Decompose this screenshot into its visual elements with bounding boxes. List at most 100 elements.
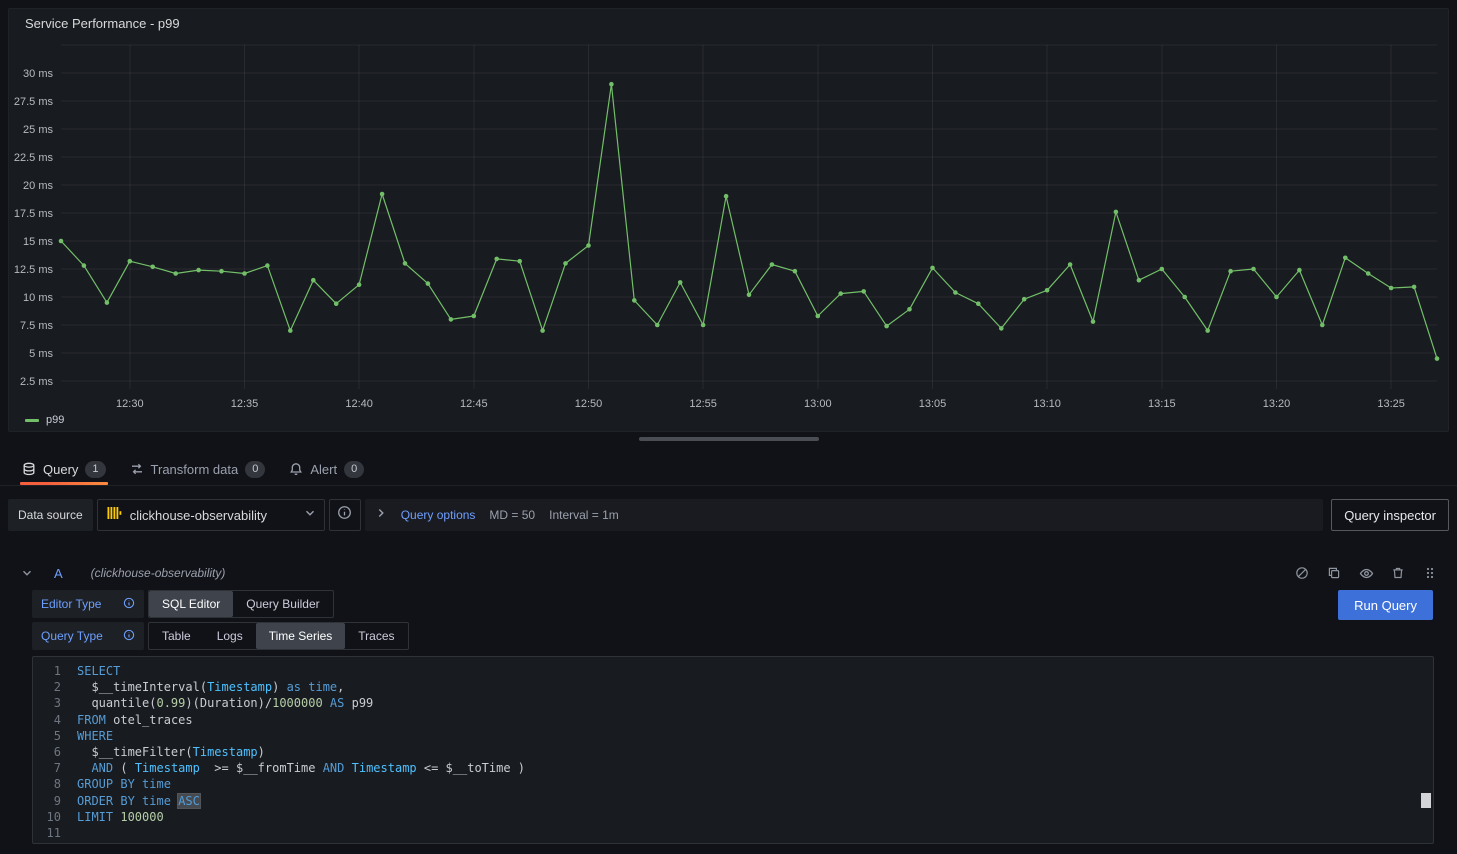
line-number: 10 xyxy=(33,809,77,825)
line-number: 1 xyxy=(33,663,77,679)
chart-legend[interactable]: p99 xyxy=(25,414,64,426)
svg-text:20 ms: 20 ms xyxy=(23,180,53,192)
code-text: $__timeFilter(Timestamp) xyxy=(77,744,265,760)
line-number: 3 xyxy=(33,695,77,711)
code-text: ORDER BY time ASC xyxy=(77,793,200,809)
line-number: 5 xyxy=(33,728,77,744)
line-number: 11 xyxy=(33,825,77,841)
tab-query[interactable]: Query 1 xyxy=(10,453,118,485)
code-text: GROUP BY time xyxy=(77,776,171,792)
chevron-right-icon xyxy=(375,506,387,524)
query-type-label: Query Type xyxy=(32,622,144,650)
tab-alert[interactable]: Alert 0 xyxy=(277,453,376,485)
interval-value: Interval = 1m xyxy=(549,508,619,522)
collapse-chevron-icon[interactable] xyxy=(16,562,38,584)
transform-icon xyxy=(130,462,144,476)
editor-type-row: Editor Type SQL Editor Query Builder xyxy=(32,590,334,618)
datasource-picker[interactable]: clickhouse-observability xyxy=(97,499,325,531)
timeseries-panel: Service Performance - p99 2.5 ms5 ms7.5 … xyxy=(8,8,1449,432)
code-lines-container: 1SELECT2 $__timeInterval(Timestamp) as t… xyxy=(33,657,1433,841)
svg-text:7.5 ms: 7.5 ms xyxy=(20,320,54,332)
tab-count-badge: 1 xyxy=(85,461,105,478)
svg-text:13:00: 13:00 xyxy=(804,398,832,410)
code-text: $__timeInterval(Timestamp) as time, xyxy=(77,679,344,695)
code-line[interactable]: 1SELECT xyxy=(33,663,1433,679)
editor-type-group: SQL Editor Query Builder xyxy=(148,590,334,618)
svg-text:30 ms: 30 ms xyxy=(23,68,53,80)
drag-handle-icon[interactable] xyxy=(1419,562,1441,584)
panel-title: Service Performance - p99 xyxy=(25,16,180,31)
svg-text:12:55: 12:55 xyxy=(689,398,717,410)
code-text: AND ( Timestamp >= $__fromTime AND Times… xyxy=(77,760,525,776)
svg-text:22.5 ms: 22.5 ms xyxy=(14,152,54,164)
legend-series-label: p99 xyxy=(46,414,64,426)
code-text: SELECT xyxy=(77,663,120,679)
code-line[interactable]: 10LIMIT 100000 xyxy=(33,809,1433,825)
svg-text:12:50: 12:50 xyxy=(575,398,603,410)
preview-query-icon[interactable] xyxy=(1355,562,1377,584)
tab-count-badge: 0 xyxy=(344,461,364,478)
query-row-header: A (clickhouse-observability) xyxy=(8,558,1449,588)
sql-code-editor[interactable]: 1SELECT2 $__timeInterval(Timestamp) as t… xyxy=(32,656,1434,844)
delete-query-icon[interactable] xyxy=(1387,562,1409,584)
svg-text:27.5 ms: 27.5 ms xyxy=(14,96,54,108)
code-text: quantile(0.99)(Duration)/1000000 AS p99 xyxy=(77,695,373,711)
editor-type-query-builder[interactable]: Query Builder xyxy=(233,591,332,617)
query-datasource-hint: (clickhouse-observability) xyxy=(91,566,226,580)
tab-label: Query xyxy=(43,462,78,477)
line-number: 7 xyxy=(33,760,77,776)
line-number: 8 xyxy=(33,776,77,792)
legend-series-swatch xyxy=(25,419,39,422)
svg-text:12:30: 12:30 xyxy=(116,398,144,410)
run-query-button[interactable]: Run Query xyxy=(1338,590,1433,620)
code-line[interactable]: 4FROM otel_traces xyxy=(33,712,1433,728)
svg-text:12.5 ms: 12.5 ms xyxy=(14,264,54,276)
disable-query-icon[interactable] xyxy=(1291,562,1313,584)
tab-label: Transform data xyxy=(151,462,239,477)
query-options-toggle[interactable]: Query options MD = 50 Interval = 1m xyxy=(365,499,1324,531)
tab-transform-data[interactable]: Transform data 0 xyxy=(118,453,278,485)
info-circle-icon xyxy=(337,505,352,525)
code-text: FROM otel_traces xyxy=(77,712,193,728)
datasource-label: Data source xyxy=(8,499,93,531)
code-line[interactable]: 7 AND ( Timestamp >= $__fromTime AND Tim… xyxy=(33,760,1433,776)
datasource-selected-value: clickhouse-observability xyxy=(130,508,296,523)
query-type-row: Query Type Table Logs Time Series Traces xyxy=(32,622,409,650)
query-ref-id[interactable]: A xyxy=(54,566,63,581)
code-line[interactable]: 3 quantile(0.99)(Duration)/1000000 AS p9… xyxy=(33,695,1433,711)
datasource-row: Data source clickhouse-observability xyxy=(8,499,1449,531)
code-text: LIMIT 100000 xyxy=(77,809,164,825)
bell-icon xyxy=(289,462,303,476)
query-type-group: Table Logs Time Series Traces xyxy=(148,622,409,650)
svg-text:5 ms: 5 ms xyxy=(29,348,53,360)
line-number: 6 xyxy=(33,744,77,760)
svg-text:13:20: 13:20 xyxy=(1263,398,1291,410)
code-line[interactable]: 8GROUP BY time xyxy=(33,776,1433,792)
code-text: WHERE xyxy=(77,728,113,744)
svg-text:12:35: 12:35 xyxy=(231,398,259,410)
editor-type-sql-editor[interactable]: SQL Editor xyxy=(149,591,233,617)
datasource-help-button[interactable] xyxy=(329,499,361,531)
query-type-time-series[interactable]: Time Series xyxy=(256,623,346,649)
clickhouse-logo-icon xyxy=(106,505,122,526)
svg-text:13:15: 13:15 xyxy=(1148,398,1176,410)
code-line[interactable]: 9ORDER BY time ASC xyxy=(33,793,1433,809)
svg-text:15 ms: 15 ms xyxy=(23,236,53,248)
svg-text:13:10: 13:10 xyxy=(1033,398,1061,410)
query-inspector-button[interactable]: Query inspector xyxy=(1331,499,1449,531)
panel-resize-handle[interactable] xyxy=(639,437,819,441)
duplicate-query-icon[interactable] xyxy=(1323,562,1345,584)
query-type-traces[interactable]: Traces xyxy=(345,623,407,649)
query-options-label: Query options xyxy=(401,508,476,522)
query-type-table[interactable]: Table xyxy=(149,623,204,649)
info-circle-icon[interactable] xyxy=(123,629,135,644)
code-line[interactable]: 6 $__timeFilter(Timestamp) xyxy=(33,744,1433,760)
svg-text:12:40: 12:40 xyxy=(345,398,373,410)
tab-count-badge: 0 xyxy=(245,461,265,478)
code-line[interactable]: 11 xyxy=(33,825,1433,841)
svg-text:25 ms: 25 ms xyxy=(23,124,53,136)
info-circle-icon[interactable] xyxy=(123,597,135,612)
code-line[interactable]: 5WHERE xyxy=(33,728,1433,744)
query-type-logs[interactable]: Logs xyxy=(204,623,256,649)
code-line[interactable]: 2 $__timeInterval(Timestamp) as time, xyxy=(33,679,1433,695)
